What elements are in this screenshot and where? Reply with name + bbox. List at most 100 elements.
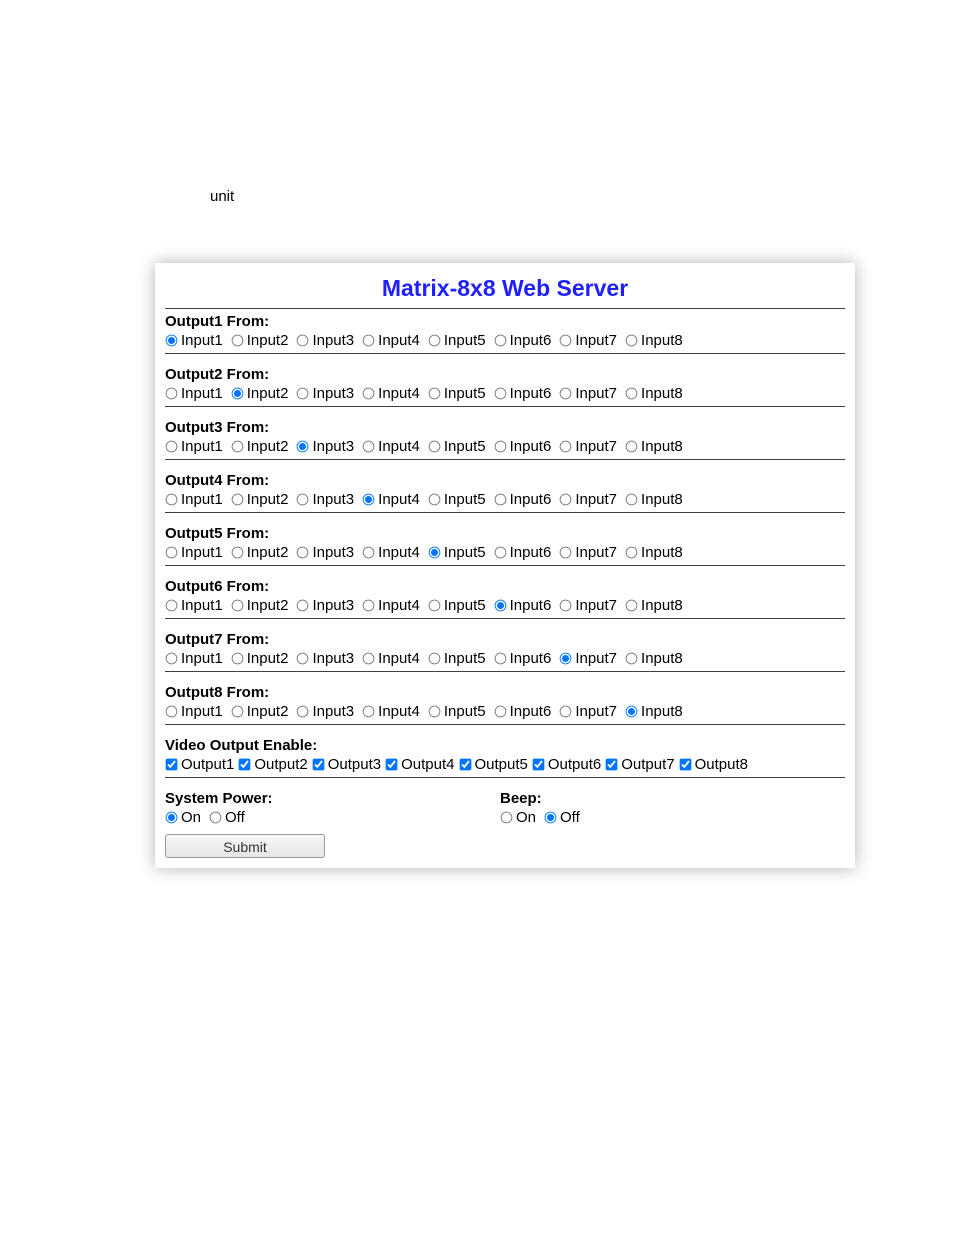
output-2-input-1-radio[interactable] — [166, 388, 178, 400]
output-8-input-3-option[interactable]: Input3 — [296, 703, 354, 720]
video-enable-output-6-option[interactable]: Output6 — [532, 756, 601, 773]
output-1-input-8-radio[interactable] — [626, 335, 638, 347]
output-2-input-8-radio[interactable] — [626, 388, 638, 400]
output-1-input-2-radio[interactable] — [231, 335, 243, 347]
video-enable-output-1-option[interactable]: Output1 — [165, 756, 234, 773]
output-1-input-7-option[interactable]: Input7 — [559, 332, 617, 349]
output-6-input-3-radio[interactable] — [297, 600, 309, 612]
output-5-input-8-option[interactable]: Input8 — [625, 544, 683, 561]
video-enable-output-5-option[interactable]: Output5 — [459, 756, 528, 773]
output-5-input-5-option[interactable]: Input5 — [428, 544, 486, 561]
output-4-input-5-option[interactable]: Input5 — [428, 491, 486, 508]
output-3-input-3-radio[interactable] — [297, 441, 309, 453]
output-7-input-8-option[interactable]: Input8 — [625, 650, 683, 667]
output-3-input-5-option[interactable]: Input5 — [428, 438, 486, 455]
video-enable-output-4-option[interactable]: Output4 — [385, 756, 454, 773]
output-5-input-3-option[interactable]: Input3 — [296, 544, 354, 561]
output-5-input-6-option[interactable]: Input6 — [494, 544, 552, 561]
output-2-input-3-option[interactable]: Input3 — [296, 385, 354, 402]
output-8-input-2-option[interactable]: Input2 — [231, 703, 289, 720]
output-3-input-5-radio[interactable] — [429, 441, 441, 453]
output-3-input-7-radio[interactable] — [560, 441, 572, 453]
output-3-input-7-option[interactable]: Input7 — [559, 438, 617, 455]
video-enable-output-5-checkbox[interactable] — [459, 759, 471, 771]
output-1-input-7-radio[interactable] — [560, 335, 572, 347]
output-2-input-4-option[interactable]: Input4 — [362, 385, 420, 402]
system-power-off-option[interactable]: Off — [209, 809, 245, 826]
output-8-input-4-option[interactable]: Input4 — [362, 703, 420, 720]
output-2-input-4-radio[interactable] — [363, 388, 375, 400]
output-1-input-1-radio[interactable] — [166, 335, 178, 347]
output-2-input-5-option[interactable]: Input5 — [428, 385, 486, 402]
output-5-input-2-radio[interactable] — [231, 547, 243, 559]
output-8-input-1-radio[interactable] — [166, 706, 178, 718]
submit-button[interactable]: Submit — [165, 834, 325, 858]
output-6-input-4-radio[interactable] — [363, 600, 375, 612]
beep-on-radio[interactable] — [501, 812, 513, 824]
output-4-input-4-radio[interactable] — [363, 494, 375, 506]
output-3-input-1-radio[interactable] — [166, 441, 178, 453]
output-6-input-3-option[interactable]: Input3 — [296, 597, 354, 614]
output-2-input-6-radio[interactable] — [494, 388, 506, 400]
output-4-input-8-option[interactable]: Input8 — [625, 491, 683, 508]
output-7-input-1-option[interactable]: Input1 — [165, 650, 223, 667]
video-enable-output-7-option[interactable]: Output7 — [605, 756, 674, 773]
output-4-input-5-radio[interactable] — [429, 494, 441, 506]
output-6-input-4-option[interactable]: Input4 — [362, 597, 420, 614]
output-1-input-6-radio[interactable] — [494, 335, 506, 347]
output-4-input-7-radio[interactable] — [560, 494, 572, 506]
output-8-input-6-radio[interactable] — [494, 706, 506, 718]
output-1-input-8-option[interactable]: Input8 — [625, 332, 683, 349]
video-enable-output-3-checkbox[interactable] — [312, 759, 324, 771]
output-5-input-4-radio[interactable] — [363, 547, 375, 559]
output-5-input-8-radio[interactable] — [626, 547, 638, 559]
output-7-input-5-radio[interactable] — [429, 653, 441, 665]
output-8-input-8-radio[interactable] — [626, 706, 638, 718]
video-enable-output-8-option[interactable]: Output8 — [679, 756, 748, 773]
output-4-input-1-radio[interactable] — [166, 494, 178, 506]
system-power-on-option[interactable]: On — [165, 809, 201, 826]
output-1-input-5-radio[interactable] — [429, 335, 441, 347]
output-2-input-2-option[interactable]: Input2 — [231, 385, 289, 402]
video-enable-output-6-checkbox[interactable] — [533, 759, 545, 771]
output-1-input-1-option[interactable]: Input1 — [165, 332, 223, 349]
video-enable-output-2-option[interactable]: Output2 — [238, 756, 307, 773]
output-3-input-6-radio[interactable] — [494, 441, 506, 453]
output-4-input-7-option[interactable]: Input7 — [559, 491, 617, 508]
video-enable-output-7-checkbox[interactable] — [606, 759, 618, 771]
output-4-input-2-radio[interactable] — [231, 494, 243, 506]
output-4-input-6-option[interactable]: Input6 — [494, 491, 552, 508]
system-power-off-radio[interactable] — [210, 812, 222, 824]
output-6-input-6-option[interactable]: Input6 — [494, 597, 552, 614]
output-3-input-2-option[interactable]: Input2 — [231, 438, 289, 455]
output-5-input-6-radio[interactable] — [494, 547, 506, 559]
output-7-input-7-radio[interactable] — [560, 653, 572, 665]
output-2-input-7-option[interactable]: Input7 — [559, 385, 617, 402]
output-4-input-2-option[interactable]: Input2 — [231, 491, 289, 508]
output-6-input-7-radio[interactable] — [560, 600, 572, 612]
output-2-input-6-option[interactable]: Input6 — [494, 385, 552, 402]
output-2-input-2-radio[interactable] — [231, 388, 243, 400]
output-5-input-7-option[interactable]: Input7 — [559, 544, 617, 561]
output-3-input-2-radio[interactable] — [231, 441, 243, 453]
output-7-input-2-radio[interactable] — [231, 653, 243, 665]
output-7-input-4-option[interactable]: Input4 — [362, 650, 420, 667]
beep-on-option[interactable]: On — [500, 809, 536, 826]
output-2-input-1-option[interactable]: Input1 — [165, 385, 223, 402]
output-1-input-5-option[interactable]: Input5 — [428, 332, 486, 349]
output-5-input-1-radio[interactable] — [166, 547, 178, 559]
output-3-input-3-option[interactable]: Input3 — [296, 438, 354, 455]
output-2-input-5-radio[interactable] — [429, 388, 441, 400]
output-6-input-6-radio[interactable] — [494, 600, 506, 612]
output-8-input-1-option[interactable]: Input1 — [165, 703, 223, 720]
output-8-input-5-option[interactable]: Input5 — [428, 703, 486, 720]
output-3-input-8-radio[interactable] — [626, 441, 638, 453]
output-2-input-7-radio[interactable] — [560, 388, 572, 400]
output-5-input-1-option[interactable]: Input1 — [165, 544, 223, 561]
output-5-input-3-radio[interactable] — [297, 547, 309, 559]
video-enable-output-2-checkbox[interactable] — [239, 759, 251, 771]
beep-off-option[interactable]: Off — [544, 809, 580, 826]
output-1-input-3-option[interactable]: Input3 — [296, 332, 354, 349]
output-4-input-3-option[interactable]: Input3 — [296, 491, 354, 508]
output-4-input-8-radio[interactable] — [626, 494, 638, 506]
